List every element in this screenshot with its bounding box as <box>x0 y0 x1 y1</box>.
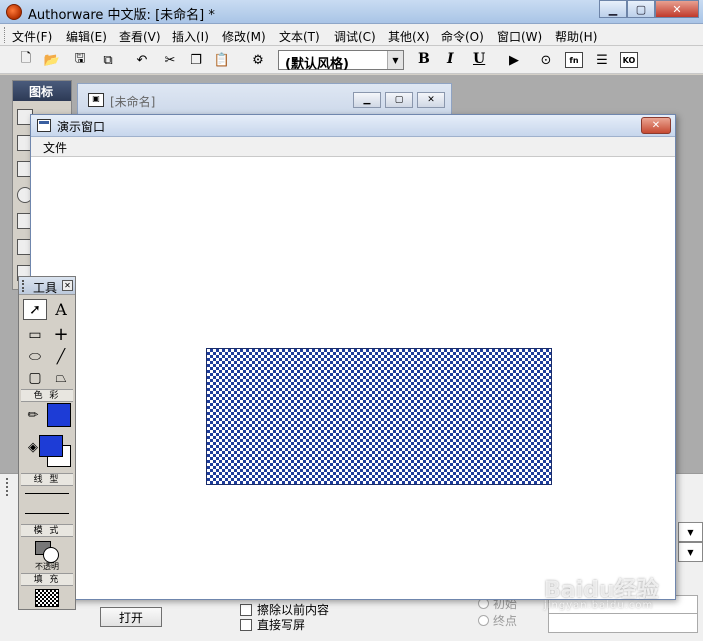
baidu-watermark: Baidu经验 jingyan.baidu.com <box>544 572 659 611</box>
layer-dropdown[interactable]: ▼ <box>678 522 703 542</box>
save-all-icon[interactable]: 🖫 <box>70 50 90 70</box>
watermark-url: jingyan.baidu.com <box>544 600 654 611</box>
icon-palette-header[interactable]: 图标 <box>13 81 71 101</box>
direct-to-screen-checkbox[interactable] <box>240 618 252 631</box>
functions-button[interactable]: fn <box>565 52 583 68</box>
open-folder-icon[interactable]: 📂 <box>42 50 62 70</box>
import-icon[interactable]: ⧉ <box>98 50 118 70</box>
presentation-window-icon <box>37 119 51 132</box>
flowchart-window-icon: ▣ <box>88 93 104 107</box>
fill-section-label: 填 充 <box>21 573 73 586</box>
cross-tool-icon[interactable]: + <box>49 324 73 345</box>
presentation-menu-bar: 文件 <box>31 137 675 157</box>
line-style-default[interactable] <box>25 513 69 514</box>
app-titlebar[interactable]: Authorware 中文版: [未命名] * ▁ ▢ ✕ <box>0 0 703 24</box>
menubar-grip[interactable] <box>4 27 7 43</box>
control-panel-icon[interactable]: ⊙ <box>536 50 556 70</box>
knowledge-objects-button[interactable]: KO <box>620 52 638 68</box>
tools-close-button[interactable]: ✕ <box>62 280 73 291</box>
flowchart-window-title: [未命名] <box>110 95 156 109</box>
text-style-value: (默认风格) <box>285 57 349 72</box>
presentation-window-title: 演示窗口 <box>57 120 106 134</box>
run-icon[interactable]: ▶ <box>504 50 524 70</box>
app-title: Authorware 中文版: [未命名] * <box>28 8 215 23</box>
menu-view[interactable]: 查看(V) <box>119 28 161 45</box>
menu-insert[interactable]: 插入(I) <box>172 28 209 45</box>
copy-icon[interactable]: ❐ <box>186 50 206 70</box>
tools-palette: 工具 ✕ ➚ A ▭ + ⬭ ╱ ▢ ⏢ 色 彩 ✏ ◈ 线 型 模 式 不透明… <box>18 276 76 610</box>
line-style-section-label: 线 型 <box>21 473 73 486</box>
direct-to-screen-option[interactable]: 直接写屏 <box>240 616 305 633</box>
fill-pattern-swatch[interactable] <box>35 589 59 607</box>
line-tool-icon[interactable]: ╱ <box>49 346 73 367</box>
line-color-swatch[interactable] <box>47 403 71 427</box>
color-section-label: 色 彩 <box>21 389 73 402</box>
end-radio-option[interactable]: 终点 <box>478 612 517 629</box>
menu-edit[interactable]: 编辑(E) <box>66 28 107 45</box>
flowchart-maximize-button[interactable]: ▢ <box>385 92 413 108</box>
line-style-thin[interactable] <box>25 493 69 494</box>
fill-foreground-swatch[interactable] <box>39 435 63 457</box>
open-button[interactable]: 打开 <box>100 607 162 627</box>
polygon-tool-icon[interactable]: ⏢ <box>49 367 73 388</box>
menu-window[interactable]: 窗口(W) <box>497 28 542 45</box>
presentation-menu-file[interactable]: 文件 <box>43 139 67 156</box>
presentation-canvas[interactable] <box>31 157 675 599</box>
tools-title: 工具 <box>33 281 58 295</box>
ellipse-tool-icon[interactable]: ⬭ <box>23 346 47 367</box>
find-icon[interactable]: ⚙ <box>248 50 268 70</box>
menu-other[interactable]: 其他(X) <box>388 28 430 45</box>
opaque-mode-icon[interactable] <box>35 541 61 563</box>
mode-section-label: 模 式 <box>21 524 73 537</box>
bold-button[interactable]: B <box>418 51 430 67</box>
checkered-rectangle[interactable] <box>206 348 552 485</box>
maximize-button[interactable]: ▢ <box>627 0 655 18</box>
paste-icon[interactable]: 📋 <box>212 50 232 70</box>
pencil-icon: ✏ <box>27 408 39 423</box>
minimize-button[interactable]: ▁ <box>599 0 627 18</box>
menu-help[interactable]: 帮助(H) <box>555 28 597 45</box>
variables-icon[interactable]: ☰ <box>592 50 612 70</box>
menu-modify[interactable]: 修改(M) <box>222 28 266 45</box>
authorware-logo-icon <box>6 4 22 20</box>
menu-file[interactable]: 文件(F) <box>12 28 52 45</box>
presentation-window: 演示窗口 ✕ 文件 <box>30 114 676 600</box>
underline-button[interactable]: U <box>473 51 485 67</box>
close-button[interactable]: ✕ <box>655 0 699 18</box>
main-toolbar: 🗋 📂 🖫 ⧉ ↶ ✂ ❐ 📋 ⚙ (默认风格) ▼ B I U ▶ ⊙ fn … <box>0 46 703 74</box>
presentation-titlebar[interactable]: 演示窗口 ✕ <box>31 115 675 137</box>
menu-text[interactable]: 文本(T) <box>279 28 320 45</box>
end-position-field[interactable] <box>548 613 698 633</box>
tools-palette-header[interactable]: 工具 ✕ <box>19 277 75 295</box>
menu-debug[interactable]: 调试(C) <box>334 28 376 45</box>
rectangle-tool-icon[interactable]: ▭ <box>23 324 47 345</box>
window-controls: ▁ ▢ ✕ <box>599 0 699 18</box>
direct-to-screen-label: 直接写屏 <box>257 618 306 632</box>
italic-button[interactable]: I <box>447 51 454 67</box>
flowchart-window-controls: ▁ ▢ ✕ <box>353 92 445 108</box>
mode-value: 不透明 <box>35 562 59 571</box>
effect-dropdown[interactable]: ▼ <box>678 542 703 562</box>
cut-icon[interactable]: ✂ <box>160 50 180 70</box>
menu-command[interactable]: 命令(O) <box>441 28 484 45</box>
flowchart-close-button[interactable]: ✕ <box>417 92 445 108</box>
new-file-icon[interactable]: 🗋 <box>16 50 36 70</box>
rounded-rect-tool-icon[interactable]: ▢ <box>23 367 47 388</box>
end-radio[interactable] <box>478 615 489 626</box>
erase-previous-checkbox[interactable] <box>240 603 252 616</box>
presentation-close-button[interactable]: ✕ <box>641 117 671 134</box>
properties-panel-grip[interactable] <box>6 478 12 496</box>
tools-grip[interactable] <box>22 280 27 292</box>
flowchart-minimize-button[interactable]: ▁ <box>353 92 381 108</box>
text-tool-icon[interactable]: A <box>49 299 73 320</box>
undo-icon[interactable]: ↶ <box>132 50 152 70</box>
menu-bar: 文件(F) 编辑(E) 查看(V) 插入(I) 修改(M) 文本(T) 调试(C… <box>0 24 703 46</box>
end-radio-label: 终点 <box>493 614 518 628</box>
pointer-tool-icon[interactable]: ➚ <box>23 299 47 320</box>
chevron-down-icon[interactable]: ▼ <box>387 51 403 69</box>
text-style-select[interactable]: (默认风格) ▼ <box>278 50 404 72</box>
